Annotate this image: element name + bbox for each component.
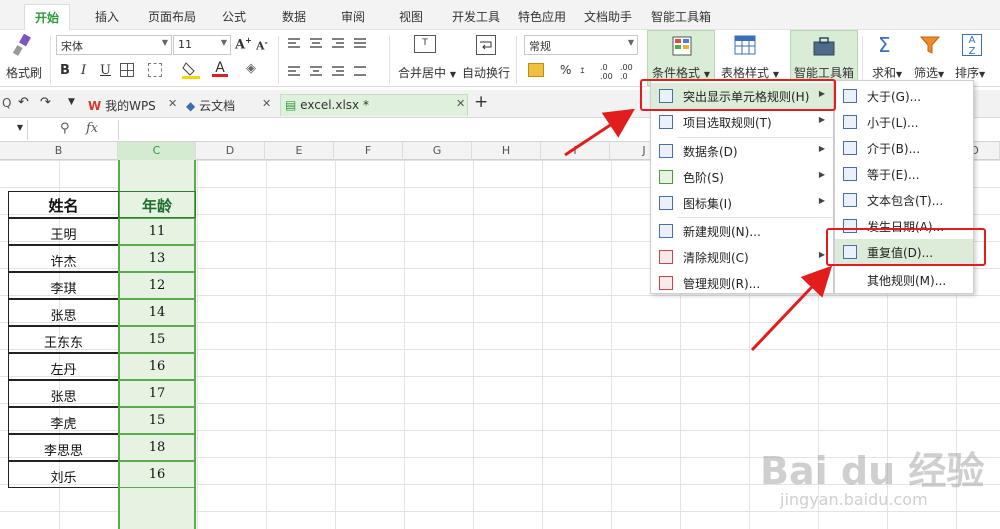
arrow-to-highlight-rules [564,108,636,157]
baidu-watermark-url: jingyan.baidu.com [780,490,928,509]
arrow-to-duplicate-values [750,265,833,352]
baidu-watermark-logo: Bai du 经验 [760,449,985,493]
